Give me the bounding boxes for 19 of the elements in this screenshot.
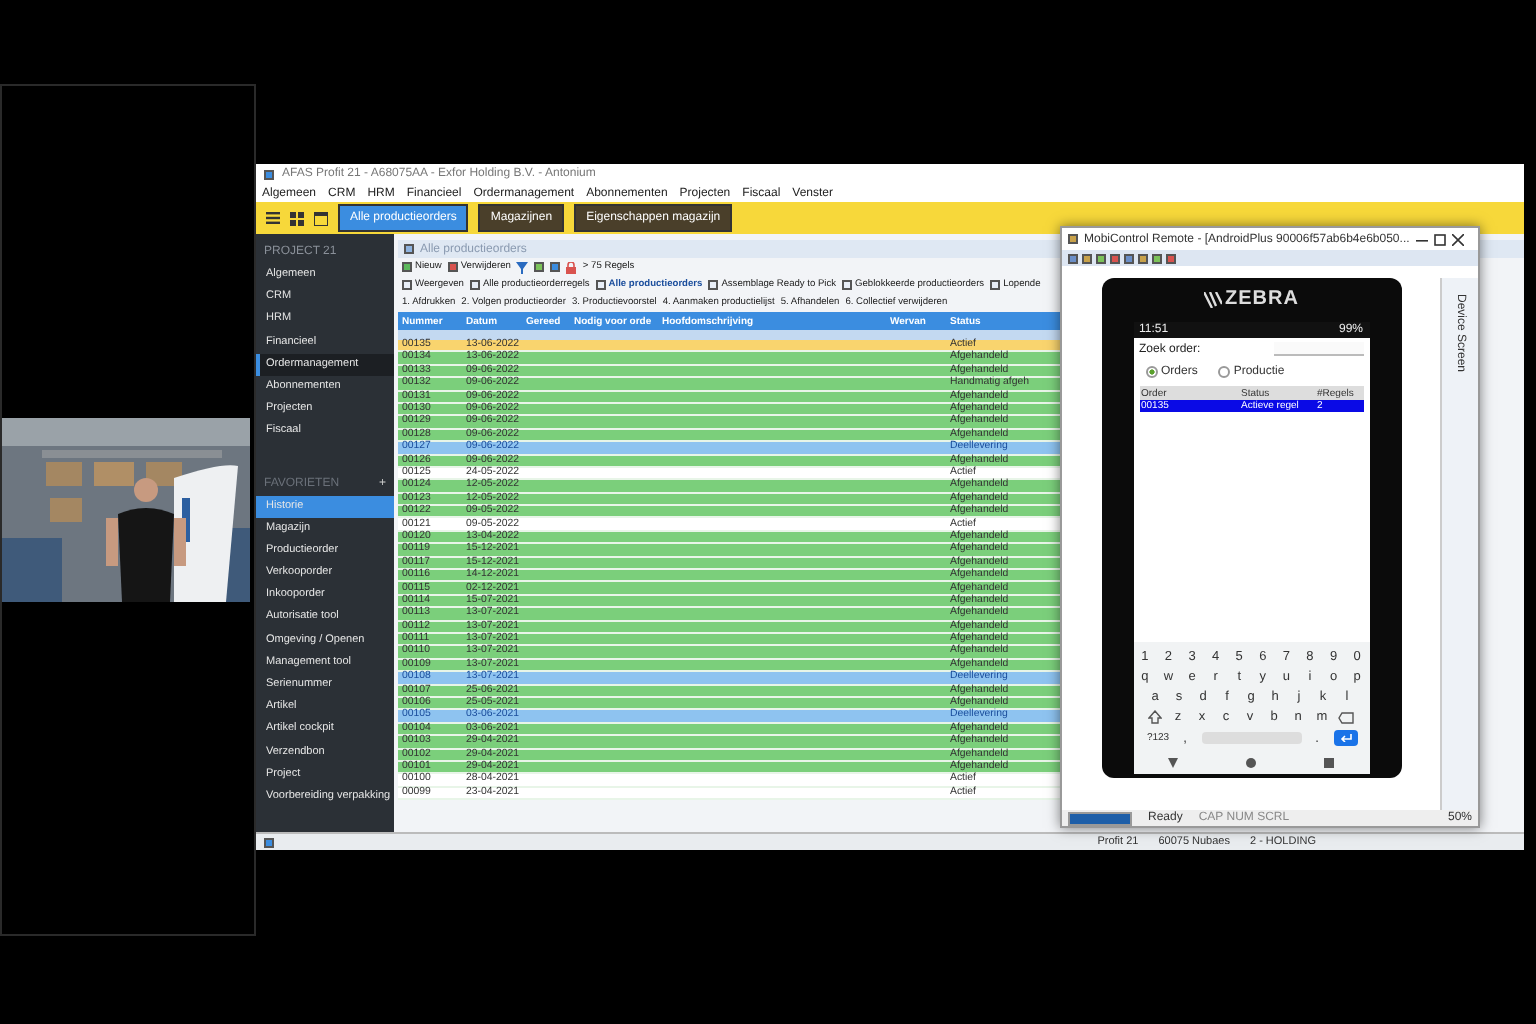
enter-key[interactable] [1333, 730, 1358, 746]
shift-icon[interactable] [1148, 710, 1162, 724]
grid-icon[interactable] [290, 211, 304, 225]
recents-icon[interactable] [1324, 757, 1335, 767]
backspace-icon[interactable] [1338, 711, 1354, 723]
search-field[interactable] [1273, 342, 1363, 356]
app-icon [1068, 234, 1078, 244]
app-icon [264, 169, 274, 179]
calendar-icon[interactable] [314, 211, 328, 225]
menu-icon[interactable] [266, 212, 280, 224]
lock-icon[interactable] [566, 261, 577, 273]
brand-logo: ZEBRA [1203, 288, 1299, 310]
back-icon[interactable] [1167, 757, 1178, 767]
enter-icon [1339, 734, 1352, 742]
home-icon[interactable] [1245, 757, 1256, 767]
close-icon[interactable] [1451, 233, 1464, 245]
window-icon [404, 244, 414, 254]
maximize-icon[interactable] [1433, 233, 1446, 245]
status-icon [264, 837, 274, 847]
